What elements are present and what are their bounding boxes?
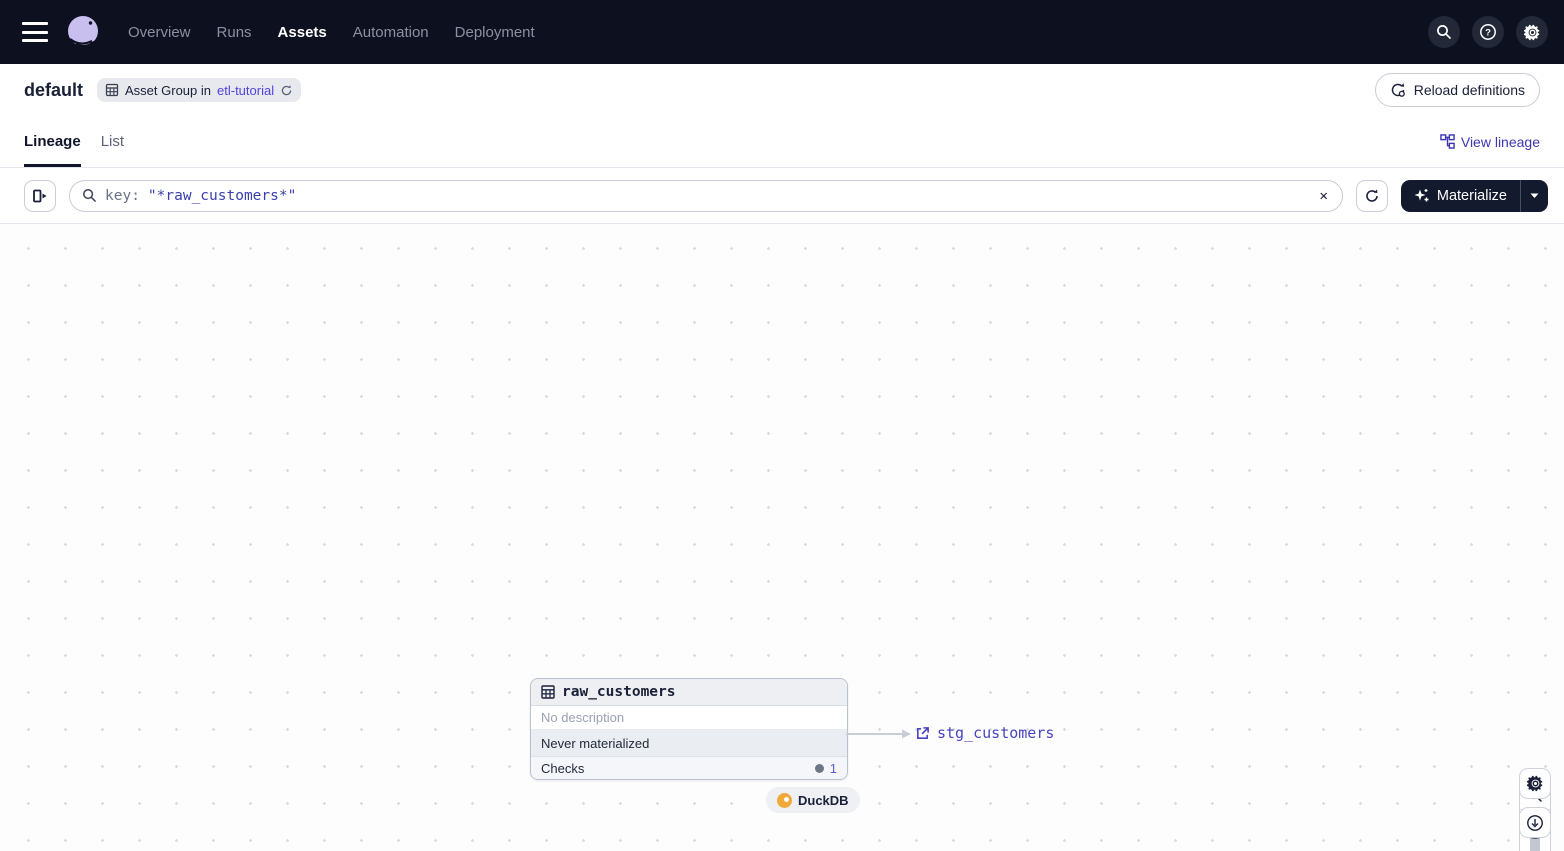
checks-count: 1 (829, 760, 837, 776)
user-settings-button[interactable] (1516, 16, 1548, 48)
clear-search-icon[interactable]: ✕ (1317, 188, 1329, 204)
kind-tag-duckdb[interactable]: DuckDB (766, 787, 860, 813)
badge-text: Asset Group in (125, 82, 212, 98)
reload-definitions-label: Reload definitions (1413, 82, 1525, 98)
top-navigation-bar: Overview Runs Assets Automation Deployme… (0, 0, 1564, 64)
lineage-graph-icon (1440, 134, 1455, 149)
table-icon (105, 83, 119, 97)
asset-node-header: raw_customers (531, 679, 847, 706)
reload-definitions-button[interactable]: Reload definitions (1374, 73, 1540, 107)
asset-status: Never materialized (531, 730, 847, 757)
chevron-down-icon (1530, 193, 1539, 198)
toggle-sidebar-button[interactable] (24, 179, 56, 212)
downstream-asset-name: stg_customers (937, 724, 1055, 742)
svg-text:?: ? (1485, 27, 1491, 38)
refresh-icon (1366, 189, 1378, 202)
global-search-button[interactable] (1428, 16, 1460, 48)
asset-description: No description (531, 706, 847, 730)
search-key-token: key: (105, 187, 140, 204)
asset-node-raw-customers[interactable]: raw_customers No description Never mater… (530, 678, 848, 780)
tab-lineage[interactable]: Lineage (24, 116, 81, 167)
checks-label: Checks (541, 760, 585, 776)
search-icon (83, 189, 96, 202)
materialize-label: Materialize (1436, 187, 1507, 204)
help-icon: ? (1480, 24, 1496, 40)
view-lineage-label: View lineage (1460, 133, 1540, 150)
sparkle-icon (1414, 188, 1429, 201)
nav-deployment[interactable]: Deployment (455, 24, 535, 41)
external-link-icon (917, 726, 929, 739)
code-location-link[interactable]: etl-tutorial (217, 83, 274, 98)
asset-name: raw_customers (562, 684, 676, 700)
dagster-logo[interactable] (64, 13, 102, 51)
graph-settings-button[interactable] (1519, 768, 1551, 799)
gear-icon (1523, 24, 1539, 40)
page-title: default (24, 79, 84, 100)
search-value-token: "*raw_customers*" (147, 187, 297, 204)
page-header: default Asset Group in etl-tutorial Relo… (0, 64, 1564, 116)
view-lineage-link[interactable]: View lineage (1440, 134, 1540, 150)
tabs-bar: Lineage List View lineage (0, 116, 1564, 168)
duckdb-icon (777, 792, 792, 808)
asset-search-input[interactable]: key: "*raw_customers*" ✕ (69, 179, 1343, 212)
table-icon (541, 685, 555, 699)
downstream-asset-stg-customers[interactable]: stg_customers (915, 724, 1054, 742)
materialize-button-group: Materialize (1400, 179, 1548, 212)
main-nav-links: Overview Runs Assets Automation Deployme… (128, 24, 535, 41)
nav-assets[interactable]: Assets (278, 24, 327, 41)
lineage-toolbar: key: "*raw_customers*" ✕ Materialize (0, 168, 1564, 224)
hamburger-menu-icon[interactable] (22, 22, 48, 42)
recenter-icon (1527, 814, 1543, 831)
materialize-button[interactable]: Materialize (1401, 180, 1520, 212)
open-panel-icon (33, 189, 47, 202)
materialize-dropdown-button[interactable] (1521, 180, 1548, 212)
recenter-button[interactable] (1519, 807, 1551, 838)
edge-arrow (846, 729, 911, 739)
topnav-actions: ? (1428, 16, 1548, 48)
nav-overview[interactable]: Overview (128, 24, 191, 41)
gear-icon (1526, 775, 1542, 792)
search-icon (1437, 25, 1451, 39)
reload-location-icon[interactable] (280, 84, 293, 97)
check-status-dot (814, 763, 824, 773)
nav-runs[interactable]: Runs (217, 24, 252, 41)
help-button[interactable]: ? (1472, 16, 1504, 48)
lineage-canvas[interactable]: raw_customers No description Never mater… (0, 224, 1564, 851)
refresh-graph-button[interactable] (1355, 179, 1388, 212)
kind-tag-label: DuckDB (798, 792, 849, 808)
tab-list[interactable]: List (101, 116, 124, 167)
asset-group-badge: Asset Group in etl-tutorial (97, 78, 302, 102)
nav-automation[interactable]: Automation (353, 24, 429, 41)
asset-checks-row: Checks 1 (531, 757, 847, 779)
reload-icon (1391, 83, 1405, 97)
